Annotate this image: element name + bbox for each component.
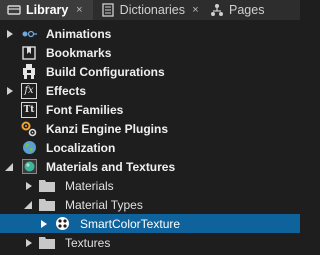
plugin-icon <box>21 121 37 137</box>
tree-item-label: Effects <box>46 83 87 98</box>
font-icon: Tt <box>21 101 37 118</box>
tree-item-label: SmartColorTexture <box>80 216 181 231</box>
localization-globe-icon <box>21 140 37 156</box>
pages-icon <box>209 2 225 18</box>
tab-pages[interactable]: Pages <box>203 0 283 20</box>
tree-item-material-types[interactable]: Material Types <box>0 195 300 214</box>
tree-item-materials-and-textures[interactable]: Materials and Textures <box>0 157 300 176</box>
tree-item-bookmarks[interactable]: Bookmarks <box>0 43 300 62</box>
expand-arrow-icon[interactable] <box>6 29 14 39</box>
tree-item-textures[interactable]: Textures <box>0 233 300 252</box>
tree-item-label: Font Families <box>46 102 124 117</box>
panel-tab-bar: Library × Dictionaries × Pages <box>0 0 300 20</box>
collapse-arrow-icon[interactable] <box>5 162 13 172</box>
collapse-arrow-icon[interactable] <box>24 200 32 210</box>
tree-item-label: Animations <box>46 26 112 41</box>
tab-library-label: Library <box>26 3 69 17</box>
tree-item-label: Bookmarks <box>46 45 112 60</box>
tab-dictionaries[interactable]: Dictionaries × <box>95 0 201 20</box>
expand-arrow-icon[interactable] <box>25 181 33 191</box>
tree-item-label: Materials <box>65 178 114 193</box>
tree-item-smartcolortexture[interactable]: SmartColorTexture <box>0 214 300 233</box>
bookmark-icon <box>21 45 37 61</box>
tree-item-animations[interactable]: Animations <box>0 24 300 43</box>
folder-icon <box>39 235 55 251</box>
tab-dictionaries-label: Dictionaries <box>119 3 185 17</box>
tab-library[interactable]: Library × <box>0 0 93 20</box>
tree-item-label: Material Types <box>65 197 143 212</box>
tab-library-close-icon[interactable]: × <box>73 4 85 16</box>
tree-item-build-configurations[interactable]: Build Configurations <box>0 62 300 81</box>
library-icon <box>6 2 22 18</box>
tree-item-label: Textures <box>65 235 111 250</box>
expand-arrow-icon[interactable] <box>25 238 33 248</box>
tree-item-label: Materials and Textures <box>46 159 176 174</box>
folder-icon <box>39 197 55 213</box>
folder-icon <box>39 178 55 194</box>
dictionary-icon <box>101 2 116 18</box>
tree-item-label: Build Configurations <box>46 64 165 79</box>
animation-icon <box>21 26 37 42</box>
expand-arrow-icon[interactable] <box>6 86 14 96</box>
tree-item-label: Localization <box>46 140 116 155</box>
expand-arrow-icon[interactable] <box>40 219 48 229</box>
material-type-icon <box>54 216 70 232</box>
effects-icon: fx <box>21 82 37 99</box>
tree-item-localization[interactable]: Localization <box>0 138 300 157</box>
tree-item-font-families[interactable]: Tt Font Families <box>0 100 300 119</box>
tab-dictionaries-close-icon[interactable]: × <box>190 4 201 16</box>
tree-item-materials[interactable]: Materials <box>0 176 300 195</box>
tree-item-label: Kanzi Engine Plugins <box>46 121 169 136</box>
tree-item-kanzi-engine-plugins[interactable]: Kanzi Engine Plugins <box>0 119 300 138</box>
tree-item-effects[interactable]: fx Effects <box>0 81 300 100</box>
materials-sphere-icon <box>21 159 37 175</box>
tab-pages-label: Pages <box>229 3 265 17</box>
build-configuration-icon <box>21 64 37 80</box>
